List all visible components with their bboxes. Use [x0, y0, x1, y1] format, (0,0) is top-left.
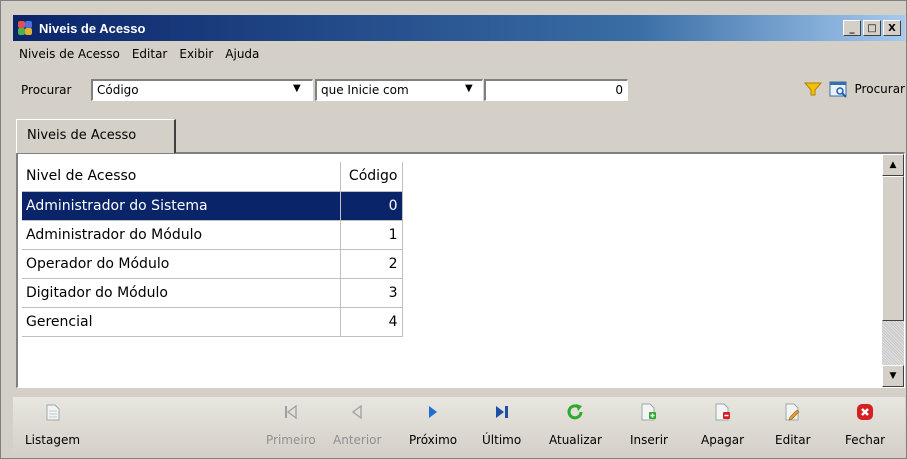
listagem-label: Listagem: [25, 433, 81, 447]
menu-exibir[interactable]: Exibir: [179, 47, 213, 65]
search-value: 0: [615, 83, 623, 97]
apagar-label: Apagar: [701, 433, 745, 447]
scroll-up-button[interactable]: ▲: [882, 154, 904, 176]
table-row[interactable]: Operador do Módulo 2: [22, 249, 403, 279]
atualizar-button[interactable]: Atualizar: [549, 401, 602, 447]
scroll-thumb[interactable]: [882, 176, 904, 321]
insert-icon: [640, 403, 658, 421]
fechar-button[interactable]: Fechar: [845, 401, 885, 447]
search-bar: Procurar Código ▼ que Inicie com ▼ 0 Pro…: [13, 79, 905, 103]
cell-nivel: Operador do Módulo: [22, 249, 341, 279]
minimize-button[interactable]: _: [843, 20, 861, 36]
menu-niveis-de-acesso[interactable]: Niveis de Acesso: [19, 47, 120, 65]
ultimo-button[interactable]: Último: [482, 401, 521, 447]
tab-niveis-de-acesso[interactable]: Niveis de Acesso: [16, 119, 176, 153]
cell-nivel: Gerencial: [22, 307, 341, 337]
close-button[interactable]: X: [883, 20, 901, 36]
table-row[interactable]: Administrador do Sistema 0: [22, 191, 403, 221]
table-header-row: Nivel de Acesso Código: [22, 162, 403, 192]
table-row[interactable]: Digitador do Módulo 3: [22, 278, 403, 308]
anterior-button[interactable]: Anterior: [333, 401, 381, 447]
search-window-icon: [829, 81, 847, 98]
cell-codigo: 0: [340, 191, 403, 221]
bottom-toolbar: Listagem Primeiro Anterior Próximo Últim…: [13, 397, 905, 455]
scroll-down-button[interactable]: ▼: [882, 365, 904, 387]
search-condition-select[interactable]: que Inicie com: [315, 79, 483, 101]
inserir-button[interactable]: Inserir: [630, 401, 668, 447]
cell-nivel: Administrador do Sistema: [22, 191, 341, 221]
search-value-input[interactable]: 0: [484, 79, 628, 101]
column-header-nivel[interactable]: Nivel de Acesso: [22, 162, 341, 192]
vertical-scrollbar[interactable]: ▲ ▼: [882, 154, 904, 387]
cell-codigo: 3: [340, 278, 403, 308]
app-window: Niveis de Acesso _ □ X Niveis de Acesso …: [0, 0, 907, 459]
menu-ajuda[interactable]: Ajuda: [225, 47, 259, 65]
proximo-button[interactable]: Próximo: [409, 401, 457, 447]
cell-nivel: Administrador do Módulo: [22, 220, 341, 250]
table-row[interactable]: Gerencial 4: [22, 307, 403, 337]
atualizar-label: Atualizar: [549, 433, 602, 447]
apagar-button[interactable]: Apagar: [701, 401, 744, 447]
inserir-label: Inserir: [630, 433, 668, 447]
delete-icon: [714, 403, 732, 421]
window-title: Niveis de Acesso: [39, 20, 146, 36]
search-button-label: Procurar: [854, 82, 905, 96]
primeiro-label: Primeiro: [266, 433, 316, 447]
table-row[interactable]: Administrador do Módulo 1: [22, 220, 403, 250]
cell-codigo: 1: [340, 220, 403, 250]
refresh-icon: [566, 403, 584, 421]
cell-codigo: 2: [340, 249, 403, 279]
edit-icon: [784, 403, 802, 421]
grid-panel: Nivel de Acesso Código Administrador do …: [16, 152, 905, 388]
cell-nivel: Digitador do Módulo: [22, 278, 341, 308]
search-button[interactable]: Procurar: [803, 80, 905, 98]
ultimo-label: Último: [482, 433, 522, 447]
search-field-value: Código: [97, 83, 139, 97]
menu-bar: Niveis de Acesso Editar Exibir Ajuda: [13, 47, 259, 65]
search-field-select[interactable]: Código: [91, 79, 313, 101]
window-controls: _ □ X: [843, 20, 901, 36]
search-label: Procurar: [21, 83, 72, 97]
primeiro-button[interactable]: Primeiro: [266, 401, 316, 447]
next-record-icon: [424, 403, 442, 421]
data-table: Nivel de Acesso Código Administrador do …: [22, 162, 403, 337]
proximo-label: Próximo: [409, 433, 458, 447]
maximize-button[interactable]: □: [863, 20, 881, 36]
previous-record-icon: [348, 403, 366, 421]
menu-editar[interactable]: Editar: [132, 47, 168, 65]
close-icon: [856, 403, 874, 421]
first-record-icon: [282, 403, 300, 421]
cell-codigo: 4: [340, 307, 403, 337]
last-record-icon: [493, 403, 511, 421]
search-condition-value: que Inicie com: [321, 83, 409, 97]
chevron-down-icon[interactable]: ▼: [465, 83, 473, 94]
filter-icon[interactable]: [803, 81, 823, 97]
users-icon: [17, 20, 33, 36]
title-bar[interactable]: Niveis de Acesso _ □ X: [13, 15, 905, 41]
chevron-down-icon[interactable]: ▼: [293, 83, 301, 94]
editar-button[interactable]: Editar: [775, 401, 811, 447]
column-header-codigo[interactable]: Código: [340, 162, 403, 192]
document-icon: [44, 403, 62, 421]
anterior-label: Anterior: [333, 433, 382, 447]
editar-label: Editar: [775, 433, 811, 447]
listagem-button[interactable]: Listagem: [25, 401, 80, 447]
fechar-label: Fechar: [845, 433, 886, 447]
